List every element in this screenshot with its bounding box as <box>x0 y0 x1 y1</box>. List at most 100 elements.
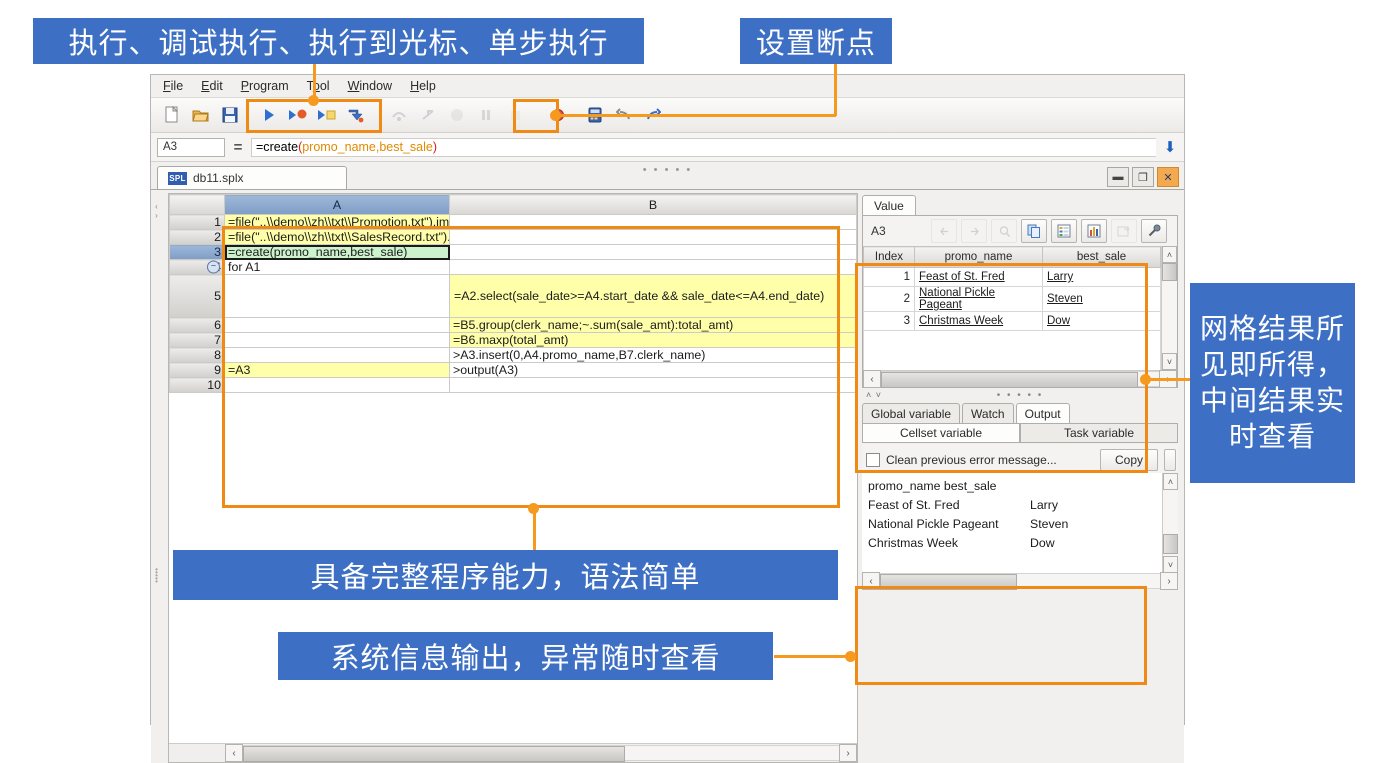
cell-B1[interactable] <box>450 215 857 230</box>
value-cell-index-3[interactable]: 3 <box>864 312 915 331</box>
menu-item-program[interactable]: Program <box>241 79 289 93</box>
run-icon[interactable] <box>256 103 282 127</box>
collapse-toggle-icon[interactable]: − <box>207 261 220 274</box>
output-scroll-thumb[interactable] <box>1163 534 1178 554</box>
tab-value[interactable]: Value <box>862 195 916 215</box>
close-button[interactable]: ✕ <box>1157 167 1179 187</box>
value-col-best-sale[interactable]: best_sale <box>1043 247 1161 268</box>
document-tab-db11[interactable]: SPL db11.splx <box>157 166 347 189</box>
debug-run-icon[interactable] <box>285 103 311 127</box>
value-cell-index-2[interactable]: 2 <box>864 287 915 312</box>
grid-corner-cell[interactable] <box>170 195 225 215</box>
column-header-a[interactable]: A <box>225 195 450 215</box>
open-file-icon[interactable] <box>188 103 214 127</box>
cell-A3[interactable]: =create(promo_name,best_sale) <box>225 245 450 260</box>
scroll-down-icon[interactable]: ˅ <box>1162 353 1177 370</box>
copy-icon[interactable] <box>1021 219 1047 243</box>
output-scroll-down-icon[interactable]: ˅ <box>1163 556 1178 573</box>
properties-icon[interactable] <box>1111 219 1137 243</box>
output-scroll-right-icon[interactable]: › <box>1160 572 1178 590</box>
pin-icon[interactable] <box>1141 219 1167 243</box>
row-header-4[interactable]: 4 − <box>170 260 225 275</box>
row-header-5[interactable]: 5 <box>170 275 225 318</box>
cell-B2[interactable] <box>450 230 857 245</box>
chart-icon[interactable] <box>1081 219 1107 243</box>
column-header-b[interactable]: B <box>450 195 857 215</box>
output-hscroll-thumb[interactable] <box>880 574 1017 590</box>
scroll-right-icon[interactable]: › <box>839 744 857 762</box>
grid-horizontal-scrollbar[interactable]: ‹ › <box>169 743 857 762</box>
tab-output[interactable]: Output <box>1016 403 1070 423</box>
output-scroll-up-icon[interactable]: ˄ <box>1163 473 1178 490</box>
value-scroll-thumb[interactable] <box>1162 263 1177 281</box>
menu-item-tool[interactable]: Tool <box>307 79 330 93</box>
scroll-left-icon[interactable]: ‹ <box>225 744 243 762</box>
cell-B5[interactable]: =A2.select(sale_date>=A4.start_date && s… <box>450 275 857 318</box>
output-horizontal-scrollbar[interactable]: ‹ › <box>862 573 1178 589</box>
cell-A1[interactable]: =file("..\\demo\\zh\\txt\\Promotion.txt"… <box>225 215 450 230</box>
cell-B10[interactable] <box>450 378 857 393</box>
output-scroll-left-icon[interactable]: ‹ <box>862 572 880 590</box>
menu-item-file[interactable]: File <box>163 79 183 93</box>
cell-A5[interactable] <box>225 275 450 318</box>
copy-button[interactable]: Copy <box>1100 449 1158 471</box>
value-scroll-track[interactable] <box>1162 263 1177 353</box>
cell-B8[interactable]: >A3.insert(0,A4.promo_name,B7.clerk_name… <box>450 348 857 363</box>
splitter-chevrons-icon[interactable]: ˄ ˅ <box>866 390 882 400</box>
step-into-icon[interactable] <box>343 103 369 127</box>
row-header-10[interactable]: 10 <box>170 378 225 393</box>
row-header-7[interactable]: 7 <box>170 333 225 348</box>
value-hscroll-track[interactable] <box>881 371 1159 387</box>
value-cell-empty-3[interactable] <box>1043 331 1161 371</box>
grid-left-gutter[interactable]: ‹› ••••• <box>151 190 162 763</box>
value-cell-promo-2[interactable]: National Pickle Pageant <box>915 287 1043 312</box>
tab-global-variable[interactable]: Global variable <box>862 403 960 423</box>
panel-splitter[interactable]: ˄ ˅• • • • • <box>862 388 1178 402</box>
cell-A6[interactable] <box>225 318 450 333</box>
menu-item-window[interactable]: Window <box>348 79 392 93</box>
row-header-2[interactable]: 2 <box>170 230 225 245</box>
cell-B7[interactable]: =B6.maxp(total_amt) <box>450 333 857 348</box>
cell-A8[interactable] <box>225 348 450 363</box>
cell-B4[interactable] <box>450 260 857 275</box>
cell-A4[interactable]: for A1 <box>225 260 450 275</box>
menu-item-edit[interactable]: Edit <box>201 79 223 93</box>
value-col-promo-name[interactable]: promo_name <box>915 247 1043 268</box>
cell-B3[interactable] <box>450 245 857 260</box>
grid-scroll-track[interactable] <box>243 745 839 761</box>
row-header-6[interactable]: 6 <box>170 318 225 333</box>
cell-B6[interactable]: =B5.group(clerk_name;~.sum(sale_amt):tot… <box>450 318 857 333</box>
row-header-1[interactable]: 1 <box>170 215 225 230</box>
value-cell-index-1[interactable]: 1 <box>864 268 915 287</box>
output-text-area[interactable]: promo_name best_sale Feast of St. Fred L… <box>862 473 1162 573</box>
value-hscroll-thumb[interactable] <box>881 372 1138 388</box>
value-cell-best-1[interactable]: Larry <box>1043 268 1161 287</box>
more-button[interactable] <box>1164 449 1176 471</box>
value-cell-empty-2[interactable] <box>915 331 1043 371</box>
tab-cellset-variable[interactable]: Cellset variable <box>862 423 1020 443</box>
list-view-icon[interactable] <box>1051 219 1077 243</box>
new-file-icon[interactable] <box>159 103 185 127</box>
save-file-icon[interactable] <box>217 103 243 127</box>
cell-A7[interactable] <box>225 333 450 348</box>
scroll-up-icon[interactable]: ˄ <box>1162 246 1177 263</box>
value-scroll-left-icon[interactable]: ‹ <box>863 370 881 388</box>
value-cell-best-3[interactable]: Dow <box>1043 312 1161 331</box>
restore-button[interactable]: ❐ <box>1132 167 1154 187</box>
value-cell-best-2[interactable]: Steven <box>1043 287 1161 312</box>
cell-reference-input[interactable]: A3 <box>157 138 225 157</box>
output-hscroll-track[interactable] <box>880 573 1160 589</box>
cell-A2[interactable]: =file("..\\demo\\zh\\txt\\SalesRecord.tx… <box>225 230 450 245</box>
value-vertical-scrollbar[interactable]: ˄ ˅ <box>1161 246 1177 370</box>
output-vertical-scrollbar[interactable]: ˄ ˅ <box>1162 473 1178 573</box>
tab-task-variable[interactable]: Task variable <box>1020 423 1178 443</box>
forward-arrow-icon[interactable] <box>961 219 987 243</box>
grid-scroll-thumb[interactable] <box>243 746 625 762</box>
clean-error-checkbox[interactable] <box>866 453 880 467</box>
search-icon[interactable] <box>991 219 1017 243</box>
value-col-index[interactable]: Index <box>864 247 915 268</box>
cell-A10[interactable] <box>225 378 450 393</box>
expand-formula-icon[interactable]: ⬇ <box>1156 138 1184 156</box>
row-header-8[interactable]: 8 <box>170 348 225 363</box>
value-cell-promo-3[interactable]: Christmas Week <box>915 312 1043 331</box>
